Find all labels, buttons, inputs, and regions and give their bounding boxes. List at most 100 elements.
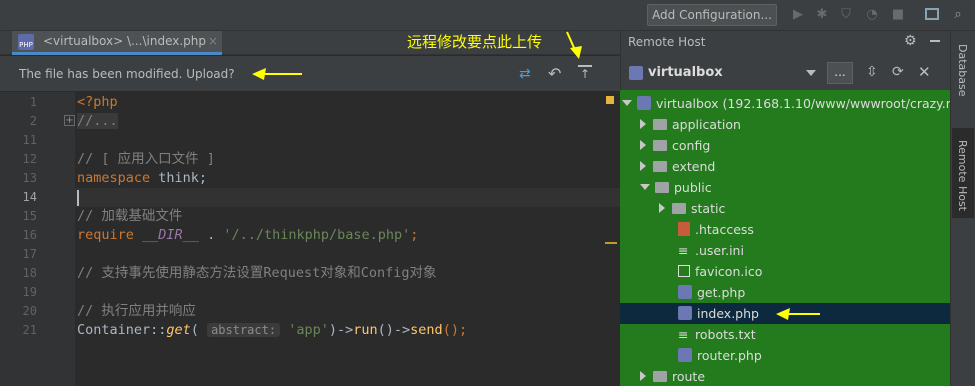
stop-icon[interactable]: ■ — [890, 6, 906, 24]
paren: ( — [190, 322, 208, 338]
line-number: 16 — [22, 228, 37, 242]
tab-label: <virtualbox> \...\index.php — [43, 34, 206, 48]
php-file-icon — [678, 285, 692, 299]
server-name: virtualbox — [648, 65, 723, 80]
folder-icon — [653, 140, 667, 151]
code-line[interactable]: //... — [77, 112, 118, 131]
minimize-icon[interactable] — [930, 40, 940, 42]
tree-folder-config[interactable]: config — [640, 135, 710, 156]
gear-icon[interactable]: ⚙ — [904, 33, 917, 49]
code-line[interactable]: // [ 应用入口文件 ] — [77, 150, 215, 169]
tree-file-user-ini[interactable]: ≡ .user.ini — [678, 240, 744, 261]
upload-icon[interactable]: ↑ — [578, 64, 592, 80]
chevron-right-icon[interactable] — [640, 119, 646, 129]
coverage-icon[interactable]: ⛉ — [838, 6, 854, 24]
code-line[interactable]: namespace think; — [77, 169, 207, 188]
chevron-right-icon[interactable] — [640, 371, 646, 381]
function-name: get — [166, 322, 191, 338]
tree-root[interactable]: virtualbox (192.168.1.10/www/wwwroot/cra… — [622, 93, 975, 114]
annotation-arrow-left-icon — [252, 68, 302, 80]
tree-label: virtualbox (192.168.1.10/www/wwwroot/cra… — [656, 96, 975, 111]
tree-label: favicon.ico — [695, 264, 763, 279]
line-number: 11 — [22, 133, 37, 147]
chevron-right-icon[interactable] — [640, 140, 646, 150]
profile-icon[interactable]: ◔ — [864, 6, 880, 24]
code-line[interactable]: // 执行应用并响应 — [77, 302, 196, 321]
line-number: 14 — [22, 190, 37, 204]
search-everywhere-icon[interactable]: ⌕ — [950, 6, 966, 24]
sftp-server-icon — [629, 66, 643, 80]
chevron-down-icon[interactable] — [622, 100, 632, 106]
revert-icon[interactable]: ↶ — [548, 64, 561, 83]
tree-file-get-php[interactable]: get.php — [678, 282, 745, 303]
code-line[interactable]: // 支持事先使用静态方法设置Request对象和Config对象 — [77, 264, 437, 283]
tree-file-robots[interactable]: ≡ robots.txt — [678, 324, 756, 345]
line-number: 19 — [22, 285, 37, 299]
line-number: 15 — [22, 209, 37, 223]
tree-folder-extend[interactable]: extend — [640, 156, 715, 177]
run-icon[interactable]: ▶ — [790, 6, 806, 24]
string-literal: 'app' — [280, 322, 329, 338]
tree-folder-public[interactable]: public — [640, 177, 712, 198]
debug-icon[interactable]: ✱ — [814, 6, 830, 24]
magic-constant: __DIR__ — [142, 227, 199, 243]
parameter-hint: abstract: — [207, 323, 281, 337]
comment: // 支持事先使用静态方法设置Request对象和Config对象 — [77, 265, 437, 281]
line-number: 21 — [22, 323, 37, 337]
close-icon[interactable]: × — [208, 34, 218, 48]
tree-label: static — [691, 201, 726, 216]
class-name: Container:: — [77, 322, 167, 338]
remote-host-tab[interactable]: Remote Host — [952, 128, 974, 218]
server-dropdown-icon[interactable] — [806, 70, 816, 76]
browse-button[interactable]: ... — [827, 62, 853, 84]
annotation-arrow-left-icon — [776, 308, 820, 320]
compare-icon[interactable]: ⇄ — [519, 66, 531, 82]
line-number: 17 — [22, 247, 37, 261]
tree-label: get.php — [697, 285, 746, 300]
comment: // [ 应用入口文件 ] — [77, 151, 215, 167]
upload-annotation-text: 远程修改要点此上传 — [407, 33, 543, 51]
tree-folder-route[interactable]: route — [640, 366, 705, 386]
collapse-icon[interactable]: ⇳ — [866, 64, 878, 80]
code-line[interactable]: // 加载基础文件 — [77, 207, 182, 226]
current-line-highlight — [75, 188, 620, 207]
keyword: require — [77, 227, 134, 243]
method-name: send — [410, 322, 443, 338]
text-file-icon: ≡ — [678, 243, 689, 258]
method-name: run — [353, 322, 378, 338]
chevron-down-icon[interactable] — [640, 184, 650, 190]
refresh-icon[interactable]: ⟳ — [892, 64, 904, 80]
fold-expand-icon[interactable]: + — [64, 115, 75, 126]
chevron-right-icon[interactable] — [659, 203, 665, 213]
warning-stripe[interactable] — [605, 242, 617, 244]
code-line[interactable]: Container::get( abstract: 'app')->run()-… — [77, 321, 467, 340]
tree-folder-application[interactable]: application — [640, 114, 741, 135]
folder-icon — [653, 371, 667, 382]
tree-label: .htaccess — [695, 222, 754, 237]
sftp-server-icon — [637, 96, 651, 110]
tree-file-index-php[interactable]: index.php — [678, 303, 759, 324]
php-file-icon: PHP — [18, 34, 34, 50]
warning-marker[interactable] — [606, 96, 614, 104]
code-line[interactable]: require __DIR__ . '/../thinkphp/base.php… — [77, 226, 418, 245]
chevron-right-icon[interactable] — [640, 161, 646, 171]
php-file-icon — [678, 348, 692, 362]
tree-label: router.php — [697, 348, 762, 363]
tree-file-htaccess[interactable]: .htaccess — [678, 219, 754, 240]
remote-host-tab-label: Remote Host — [956, 140, 969, 211]
folder-icon — [653, 161, 667, 172]
tree-label: config — [672, 138, 711, 153]
tree-file-favicon[interactable]: favicon.ico — [678, 261, 762, 282]
tree-file-router-php[interactable]: router.php — [678, 345, 762, 366]
project-structure-icon[interactable] — [925, 8, 939, 20]
tree-folder-static[interactable]: static — [659, 198, 725, 219]
line-number: 20 — [22, 304, 37, 318]
semicolon: ; — [410, 227, 419, 243]
arrow-op: )-> — [328, 322, 354, 338]
folded-comment[interactable]: //... — [77, 113, 118, 129]
code-line[interactable]: <?php — [77, 93, 118, 112]
add-configuration-button[interactable]: Add Configuration... — [647, 4, 777, 26]
database-tab[interactable]: Database — [953, 38, 973, 108]
close-icon[interactable]: ✕ — [918, 63, 931, 81]
tree-label: application — [672, 117, 741, 132]
